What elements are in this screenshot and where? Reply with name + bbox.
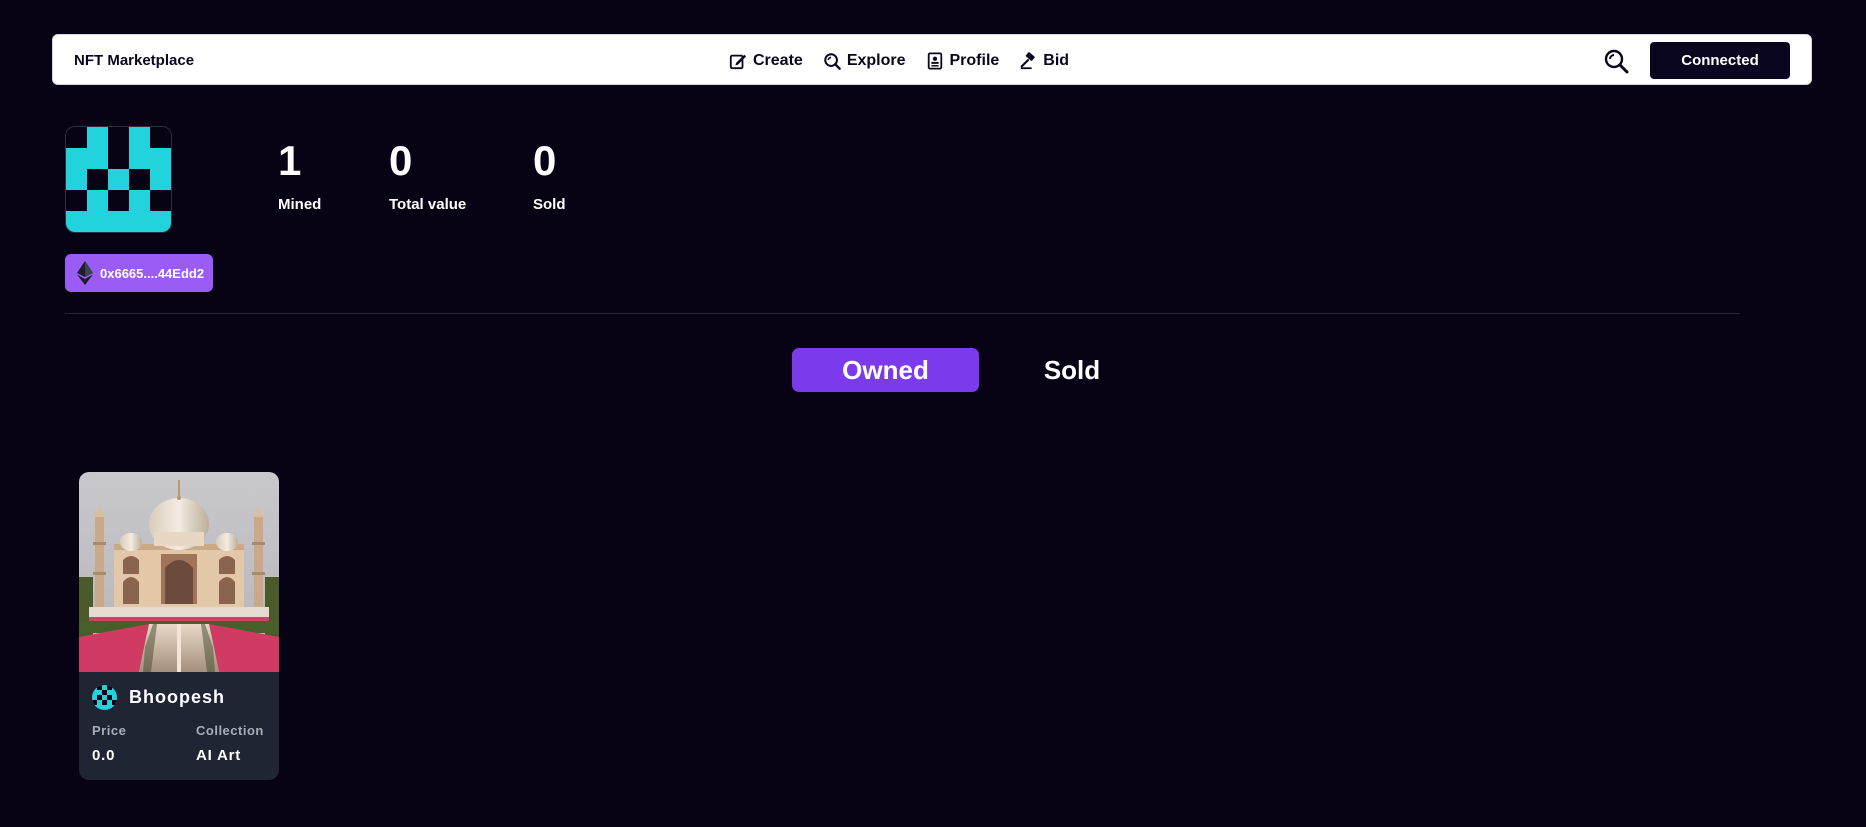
taj-mahal-image xyxy=(79,472,279,672)
owner-identicon-icon xyxy=(92,685,117,710)
identicon-avatar-icon xyxy=(66,127,171,232)
nft-owner: Bhoopesh xyxy=(92,685,225,710)
wallet-address-text: 0x6665....44Edd2 xyxy=(100,265,205,281)
nav-bid-label: Bid xyxy=(1043,51,1070,69)
owner-avatar xyxy=(92,685,117,710)
wallet-address-badge[interactable]: 0x6665....44Edd2 xyxy=(65,254,213,292)
profile-icon xyxy=(927,51,942,70)
nav-create-label: Create xyxy=(753,51,803,69)
stat-sold: 0 Sold xyxy=(533,137,566,214)
nav-profile-label: Profile xyxy=(949,51,1000,69)
top-navbar: NFT Marketplace Create Explore Profile B… xyxy=(52,34,1812,85)
tab-sold[interactable]: Sold xyxy=(1018,348,1126,392)
bid-icon xyxy=(1020,51,1036,69)
nft-collection: Collection AI Art xyxy=(196,723,264,764)
price-value: 0.0 xyxy=(92,747,116,764)
nft-price: Price 0.0 xyxy=(92,723,126,764)
stat-sold-value: 0 xyxy=(533,137,557,184)
nav-bid[interactable]: Bid xyxy=(1019,52,1069,70)
connect-wallet-button[interactable]: Connected xyxy=(1650,42,1790,79)
nft-card[interactable]: Bhoopesh Price 0.0 Collection AI Art xyxy=(79,472,279,780)
tab-owned[interactable]: Owned xyxy=(792,348,979,392)
brand-logo[interactable]: NFT Marketplace xyxy=(74,35,194,86)
stat-total-value-label: Total value xyxy=(389,196,467,213)
section-divider xyxy=(65,313,1740,314)
collection-value: AI Art xyxy=(196,747,242,764)
nav-profile[interactable]: Profile xyxy=(926,51,1000,70)
stat-total-value-value: 0 xyxy=(389,137,413,184)
stat-total-value: 0 Total value xyxy=(389,137,467,214)
search-button[interactable] xyxy=(1603,48,1629,74)
ethereum-icon xyxy=(77,261,93,285)
nav-explore-label: Explore xyxy=(846,51,906,69)
nav-explore[interactable]: Explore xyxy=(823,52,906,70)
search-icon xyxy=(1604,49,1629,74)
stat-sold-label: Sold xyxy=(533,196,566,213)
stat-mined-label: Mined xyxy=(278,196,322,213)
stat-mined: 1 Mined xyxy=(278,137,322,214)
price-label: Price xyxy=(92,723,127,738)
nav-create[interactable]: Create xyxy=(729,52,803,70)
owner-name: Bhoopesh xyxy=(129,687,225,707)
explore-icon xyxy=(824,52,841,70)
create-icon xyxy=(729,54,747,69)
profile-avatar xyxy=(65,126,172,233)
collection-label: Collection xyxy=(196,723,264,738)
nav-links: Create Explore Profile Bid xyxy=(729,35,1069,86)
stat-mined-value: 1 xyxy=(278,137,302,184)
